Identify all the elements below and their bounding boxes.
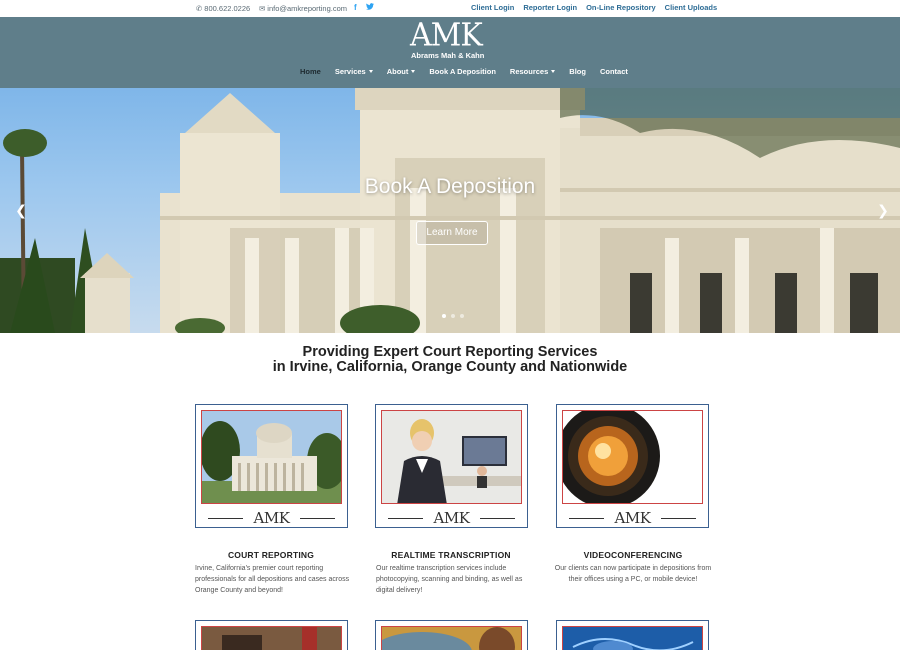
top-links: Client Login Reporter Login On-Line Repo… [471,3,717,12]
nav-label: Resources [509,67,549,76]
slider-dot[interactable] [460,314,464,318]
hero-title: Book A Deposition [364,175,536,198]
nav-label: Contact [599,67,628,76]
service-photo [201,626,342,650]
amk-badge: AMK [196,509,347,527]
nav-item-home[interactable]: Home [300,67,321,76]
amk-badge: AMK [557,509,708,527]
facebook-icon[interactable]: f [354,3,357,12]
nav-label: Blog [569,67,586,76]
phone-icon: ✆ [196,4,203,13]
nav-item-resources[interactable]: Resources [509,67,556,76]
nav-item-about[interactable]: About [387,67,416,76]
site-header: AMK Abrams Mah & Kahn Home Services Abou… [0,17,900,88]
nav-item-blog[interactable]: Blog [569,67,586,76]
client-uploads-link[interactable]: Client Uploads [665,3,718,12]
phone-text: 800.622.0226 [204,4,251,13]
courthouse-image [0,88,900,333]
email-link[interactable]: ✉ info@amkreporting.com [259,4,347,13]
service-card[interactable] [556,620,709,650]
service-photo [201,410,342,504]
slider-dots [442,314,464,318]
chevron-down-icon [551,70,556,73]
service-card-videoconferencing[interactable]: AMK [556,404,709,528]
logo-mark: AMK [410,17,483,54]
headline-line-1: Providing Expert Court Reporting Service… [302,344,598,360]
main-nav: Home Services About Book A Deposition Re… [300,67,642,76]
chevron-down-icon [368,70,373,73]
service-card-realtime-transcription[interactable]: AMK [375,404,528,528]
nav-label: About [386,67,409,76]
chevron-right-icon[interactable]: ❯ [877,201,889,219]
headline-line-2: in Irvine, California, Orange County and… [272,359,628,375]
service-card[interactable] [375,620,528,650]
email-text: info@amkreporting.com [267,4,348,13]
service-title: VIDEOCONFERENCING [583,550,683,560]
online-repository-link[interactable]: On-Line Repository [586,3,656,12]
amk-badge: AMK [376,509,527,527]
page-headline: Providing Expert Court Reporting Service… [0,345,900,375]
chevron-down-icon [411,70,416,73]
slider-dot[interactable] [451,314,455,318]
chevron-left-icon[interactable]: ❮ [15,201,27,219]
service-card-court-reporting[interactable]: AMK [195,404,348,528]
envelope-icon: ✉ [259,4,266,13]
service-description: Irvine, California's premier court repor… [195,565,350,594]
service-photo [562,626,703,650]
site-logo[interactable]: AMK Abrams Mah & Kahn [408,17,494,60]
service-description: Our realtime transcription services incl… [376,565,523,594]
top-utility-bar: ✆ 800.622.0226 ✉ info@amkreporting.com f… [0,0,900,17]
nav-label: Book A Deposition [429,67,496,76]
service-photo [381,626,522,650]
service-photo [381,410,522,504]
service-title: COURT REPORTING [227,550,315,560]
phone-number[interactable]: ✆ 800.622.0226 [196,4,250,13]
reporter-login-link[interactable]: Reporter Login [523,3,577,12]
service-card[interactable] [195,620,348,650]
hero-slider: Book A Deposition Learn More ❮ ❯ [0,88,900,333]
nav-item-services[interactable]: Services [335,67,373,76]
nav-item-contact[interactable]: Contact [600,67,628,76]
slider-dot[interactable] [442,314,446,318]
service-photo [562,410,703,504]
learn-more-button[interactable]: Learn More [416,221,488,245]
nav-label: Services [334,67,366,76]
nav-label: Home [300,67,321,76]
logo-subtitle: Abrams Mah & Kahn [411,51,485,60]
service-title: REALTIME TRANSCRIPTION [391,550,511,560]
service-description: Our clients can now participate in depos… [554,565,712,583]
twitter-icon[interactable] [366,3,374,12]
client-login-link[interactable]: Client Login [471,3,514,12]
nav-item-book-deposition[interactable]: Book A Deposition [429,67,496,76]
